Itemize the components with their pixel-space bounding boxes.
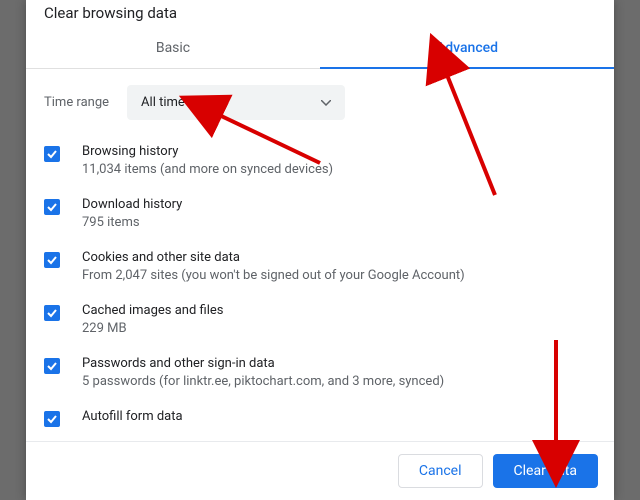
checkbox-cookies[interactable] bbox=[44, 252, 60, 268]
item-sub: 795 items bbox=[82, 215, 596, 230]
checkbox-download-history[interactable] bbox=[44, 199, 60, 215]
item-sub: From 2,047 sites (you won't be signed ou… bbox=[82, 268, 596, 283]
clear-data-button[interactable]: Clear data bbox=[493, 454, 598, 488]
checkbox-browsing-history[interactable] bbox=[44, 146, 60, 162]
checkbox-autofill[interactable] bbox=[44, 411, 60, 427]
dialog-footer: Cancel Clear data bbox=[26, 441, 614, 500]
checkbox-cache[interactable] bbox=[44, 305, 60, 321]
list-item: Browsing history 11,034 items (and more … bbox=[44, 144, 596, 177]
item-title: Cached images and files bbox=[82, 303, 596, 318]
list-item: Passwords and other sign-in data 5 passw… bbox=[44, 356, 596, 389]
item-sub: 229 MB bbox=[82, 321, 596, 336]
time-range-row: Time range All time bbox=[44, 85, 596, 120]
check-icon bbox=[46, 201, 58, 213]
check-icon bbox=[46, 254, 58, 266]
clear-browsing-data-dialog: Clear browsing data Basic Advanced Time … bbox=[26, 0, 614, 500]
list-item: Cookies and other site data From 2,047 s… bbox=[44, 250, 596, 283]
checkbox-passwords[interactable] bbox=[44, 358, 60, 374]
check-icon bbox=[46, 413, 58, 425]
item-sub: 11,034 items (and more on synced devices… bbox=[82, 162, 596, 177]
time-range-value: All time bbox=[141, 95, 185, 110]
list-item: Cached images and files 229 MB bbox=[44, 303, 596, 336]
time-range-label: Time range bbox=[44, 95, 109, 110]
check-icon bbox=[46, 307, 58, 319]
item-sub: 5 passwords (for linktr.ee, piktochart.c… bbox=[82, 374, 596, 389]
tab-advanced[interactable]: Advanced bbox=[320, 30, 614, 68]
tab-bar: Basic Advanced bbox=[26, 30, 614, 69]
check-icon bbox=[46, 148, 58, 160]
dialog-body: Time range All time Browsing history 11,… bbox=[26, 69, 614, 441]
dialog-title: Clear browsing data bbox=[26, 0, 614, 30]
item-title: Cookies and other site data bbox=[82, 250, 596, 265]
time-range-select[interactable]: All time bbox=[127, 85, 345, 120]
cancel-button[interactable]: Cancel bbox=[398, 454, 483, 488]
check-icon bbox=[46, 360, 58, 372]
item-title: Download history bbox=[82, 197, 596, 212]
list-item: Download history 795 items bbox=[44, 197, 596, 230]
item-title: Autofill form data bbox=[82, 409, 596, 424]
list-item: Autofill form data bbox=[44, 409, 596, 427]
item-title: Passwords and other sign-in data bbox=[82, 356, 596, 371]
tab-basic[interactable]: Basic bbox=[26, 30, 320, 68]
item-title: Browsing history bbox=[82, 144, 596, 159]
chevron-down-icon bbox=[321, 95, 331, 110]
